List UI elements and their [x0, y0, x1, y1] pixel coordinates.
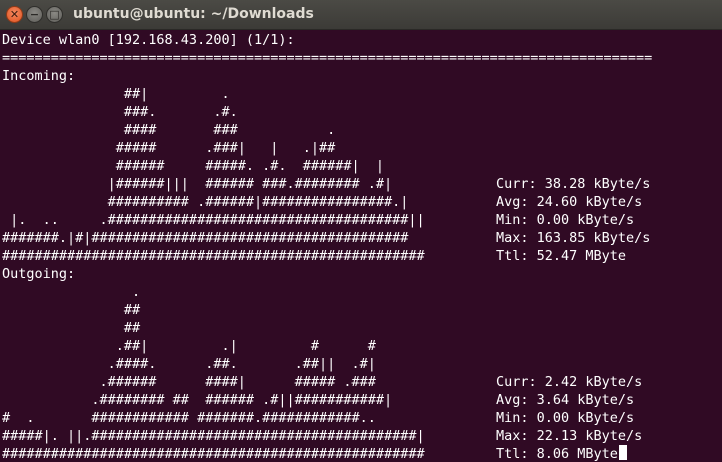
- incoming-min-stat: Min: 0.00 kByte/s: [496, 212, 635, 228]
- terminal-output[interactable]: Device wlan0 [192.168.43.200] (1/1): ===…: [2, 31, 720, 461]
- incoming-graph-row: #######.|#|#############################…: [2, 230, 417, 246]
- minimize-icon: −: [29, 8, 40, 21]
- incoming-avg-stat: Avg: 24.60 kByte/s: [496, 194, 643, 210]
- incoming-graph-row: |######||| ###### ###.######## .#|: [2, 176, 393, 192]
- outgoing-graph-row: # . ############ #######.############..: [2, 410, 376, 426]
- outgoing-min-stat: Min: 0.00 kByte/s: [496, 410, 635, 426]
- maximize-button[interactable]: □: [46, 6, 63, 23]
- close-button[interactable]: ✕: [6, 6, 23, 23]
- separator-line: ========================================…: [2, 50, 653, 66]
- maximize-icon: □: [49, 8, 60, 21]
- terminal-window: ✕ − □ ubuntu@ubuntu: ~/Downloads Device …: [0, 0, 722, 462]
- outgoing-max-stat: Max: 22.13 kByte/s: [496, 428, 643, 444]
- incoming-graph-row: ########## .######|################.|: [2, 194, 409, 210]
- incoming-graph-row: ########################################…: [2, 248, 433, 264]
- outgoing-graph-row: ##: [2, 320, 141, 336]
- outgoing-curr-stat: Curr: 2.42 kByte/s: [496, 374, 643, 390]
- incoming-curr-stat: Curr: 38.28 kByte/s: [496, 176, 651, 192]
- incoming-graph-row: ###### #####. .#. ######| |: [2, 158, 385, 174]
- minimize-button[interactable]: −: [26, 6, 43, 23]
- close-icon: ✕: [9, 8, 20, 21]
- incoming-ttl-stat: Ttl: 52.47 MByte: [496, 248, 627, 264]
- outgoing-ttl-stat: Ttl: 8.06 MByte: [496, 446, 618, 461]
- incoming-label: Incoming:: [2, 68, 76, 84]
- outgoing-graph-row: .###### ####| ##### .###: [2, 374, 376, 390]
- outgoing-graph-row: .: [2, 284, 141, 300]
- incoming-graph-row: |. .. .#################################…: [2, 212, 425, 228]
- outgoing-ttl-row: Ttl: 8.06 MByte: [496, 445, 627, 461]
- incoming-graph-row: ##### .###| | .|##: [2, 140, 336, 156]
- outgoing-avg-stat: Avg: 3.64 kByte/s: [496, 392, 635, 408]
- title-bar[interactable]: ✕ − □ ubuntu@ubuntu: ~/Downloads: [0, 0, 722, 30]
- incoming-graph-row: #### ### .: [2, 122, 336, 138]
- device-header: Device wlan0 [192.168.43.200] (1/1):: [2, 32, 295, 48]
- text-cursor: [618, 445, 627, 460]
- outgoing-graph-row: .####. .##. .##|| .#|: [2, 356, 376, 372]
- incoming-graph-row: ###. .#.: [2, 104, 238, 120]
- window-title: ubuntu@ubuntu: ~/Downloads: [73, 6, 314, 22]
- incoming-max-stat: Max: 163.85 kByte/s: [496, 230, 651, 246]
- incoming-graph-row: ##| .: [2, 86, 230, 102]
- outgoing-graph-row: .######## ## ###### .#||###########|: [2, 392, 393, 408]
- outgoing-graph-row: .##| .| # #: [2, 338, 376, 354]
- outgoing-graph-row: ########################################…: [2, 446, 425, 461]
- outgoing-graph-row: ##: [2, 302, 141, 318]
- outgoing-label: Outgoing:: [2, 266, 76, 282]
- outgoing-graph-row: #####|. ||.#############################…: [2, 428, 425, 444]
